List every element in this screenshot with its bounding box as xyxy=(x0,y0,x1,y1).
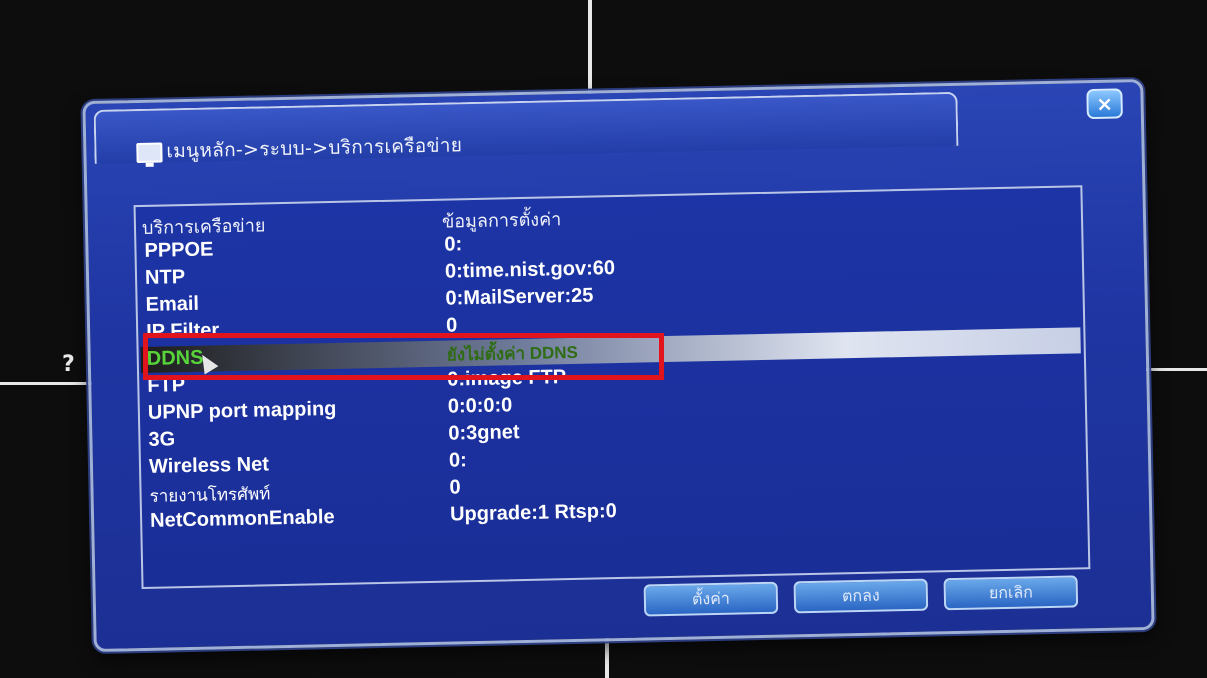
service-config: 0 xyxy=(449,476,461,499)
dialog-title: เมนูหลัก->ระบบ->บริการเครือข่าย xyxy=(166,134,463,163)
help-icon[interactable]: ? xyxy=(62,352,75,377)
screen-divider-top xyxy=(588,0,592,100)
service-name: Email xyxy=(145,292,200,316)
services-table: บริการเครือข่าย ข้อมูลการตั้งค่า PPPOE 0… xyxy=(133,185,1091,590)
ddns-highlight-box xyxy=(143,333,664,380)
service-name: รายงานโทรศัพท์ xyxy=(149,484,271,507)
service-name: UPNP port mapping xyxy=(147,397,337,424)
service-config: 0: xyxy=(448,449,467,472)
service-config: 0:0:0:0 xyxy=(447,394,513,418)
monitor-icon xyxy=(136,142,163,164)
service-config: 0:time.nist.gov:60 xyxy=(444,257,616,283)
service-config: Upgrade:1 Rtsp:0 xyxy=(449,500,617,526)
ok-button[interactable]: ตกลง xyxy=(793,578,929,614)
service-name: NTP xyxy=(144,266,186,289)
service-name: Wireless Net xyxy=(148,453,270,478)
service-name: PPPOE xyxy=(144,238,214,262)
service-name: 3G xyxy=(148,428,176,451)
service-config: 0:MailServer:25 xyxy=(445,284,594,310)
cancel-button[interactable]: ยกเลิก xyxy=(943,575,1079,611)
close-icon: × xyxy=(1095,91,1114,116)
settings-button[interactable]: ตั้งค่า xyxy=(643,581,779,617)
service-name: NetCommonEnable xyxy=(149,505,335,532)
service-config: 0:3gnet xyxy=(448,421,520,445)
service-config: 0: xyxy=(444,233,463,256)
close-button[interactable]: × xyxy=(1086,88,1123,120)
